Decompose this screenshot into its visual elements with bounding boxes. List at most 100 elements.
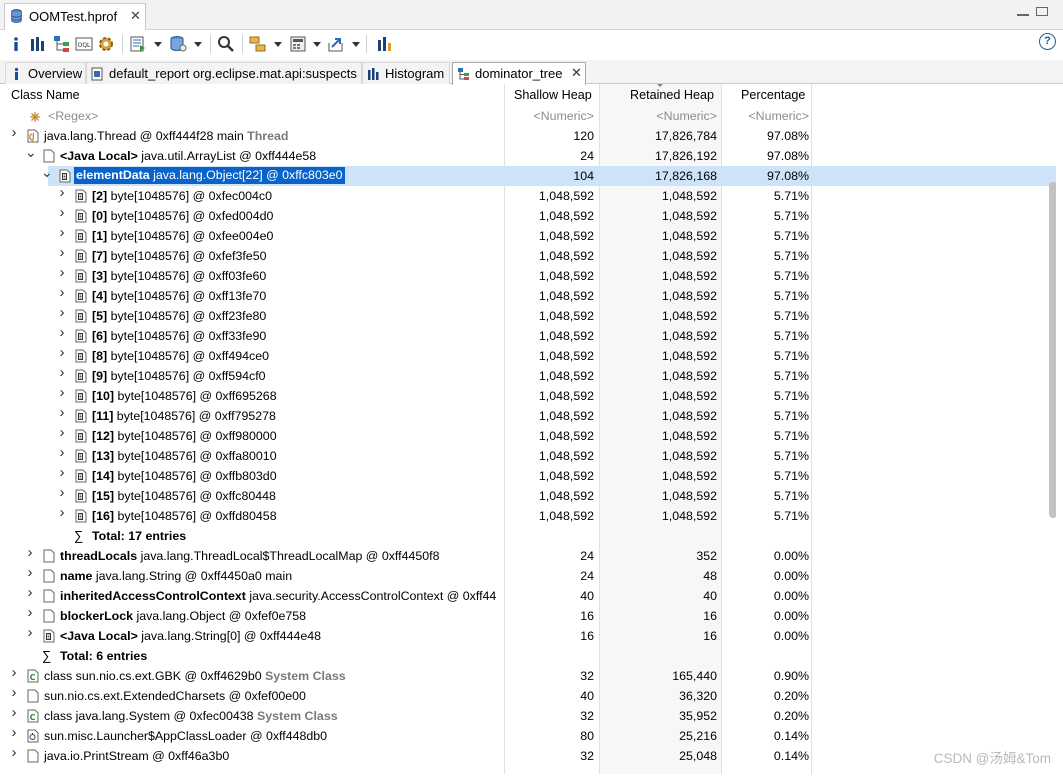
editor-tab-oomtest[interactable]: OOMTest.hprof ✕ xyxy=(4,3,146,30)
expand-icon[interactable]: › xyxy=(25,585,35,600)
expand-icon[interactable]: › xyxy=(57,305,67,320)
table-row[interactable]: › java.lang.Thread @ 0xff444f28 main Thre… xyxy=(4,125,1056,146)
chevron-down-icon[interactable] xyxy=(313,42,321,47)
expand-icon[interactable]: › xyxy=(57,325,67,340)
expand-icon[interactable]: › xyxy=(9,705,19,720)
chevron-down-icon[interactable] xyxy=(274,42,282,47)
search-icon[interactable] xyxy=(216,34,236,54)
expand-icon[interactable]: › xyxy=(57,245,67,260)
thread-overview-icon[interactable] xyxy=(96,34,116,54)
oql-icon[interactable]: OQL xyxy=(74,34,94,54)
expand-icon[interactable]: › xyxy=(25,565,35,580)
table-row[interactable]: › [3] byte[1048576] @ 0xff03fe60 1,048,592… xyxy=(4,265,1056,286)
total-row[interactable]: ∑ Total: 17 entries xyxy=(4,526,1056,546)
column-header-percentage[interactable]: Percentage xyxy=(741,88,805,102)
expand-icon[interactable]: › xyxy=(57,405,67,420)
expand-icon[interactable]: › xyxy=(57,185,67,200)
table-row[interactable]: ⌄ <Java Local> java.util.ArrayList @ 0xff… xyxy=(4,145,1056,166)
vertical-scrollbar[interactable] xyxy=(1049,182,1056,518)
expand-icon[interactable]: › xyxy=(57,345,67,360)
table-row[interactable]: › [6] byte[1048576] @ 0xff33fe90 1,048,592… xyxy=(4,325,1056,346)
table-row[interactable]: › Cclass sun.nio.cs.ext.GBK @ 0xff4629b0 … xyxy=(4,665,1056,686)
close-icon[interactable]: ✕ xyxy=(571,65,582,81)
expand-icon[interactable]: › xyxy=(57,205,67,220)
column-header-class-name[interactable]: Class Name xyxy=(11,88,80,102)
expand-icon[interactable]: › xyxy=(9,725,19,740)
retained-filter-input[interactable]: <Numeric> xyxy=(599,109,717,123)
table-row[interactable]: › [13] byte[1048576] @ 0xffa80010 1,048,59… xyxy=(4,445,1056,466)
table-row[interactable]: › [7] byte[1048576] @ 0xfef3fe50 1,048,592… xyxy=(4,245,1056,266)
expand-icon[interactable]: › xyxy=(57,385,67,400)
expand-icon[interactable]: › xyxy=(25,625,35,640)
table-row[interactable]: › [16] byte[1048576] @ 0xffd80458 1,048,59… xyxy=(4,505,1056,526)
chevron-down-icon[interactable] xyxy=(352,42,360,47)
table-row[interactable]: › [4] byte[1048576] @ 0xff13fe70 1,048,592… xyxy=(4,285,1056,306)
table-row[interactable]: › java.io.PrintStream @ 0xff46a3b0 32 25,04… xyxy=(4,745,1056,766)
table-row[interactable]: › [9] byte[1048576] @ 0xff594cf0 1,048,592… xyxy=(4,365,1056,386)
table-row[interactable]: › <Java Local> java.lang.String[0] @ 0xff… xyxy=(4,625,1056,646)
expand-icon[interactable]: › xyxy=(9,685,19,700)
table-row[interactable]: › [5] byte[1048576] @ 0xff23fe80 1,048,592… xyxy=(4,305,1056,326)
info-icon[interactable] xyxy=(6,34,26,54)
table-row[interactable]: › [1] byte[1048576] @ 0xfee004e0 1,048,592… xyxy=(4,225,1056,246)
column-header-shallow-heap[interactable]: Shallow Heap xyxy=(514,88,592,102)
table-row[interactable]: › [14] byte[1048576] @ 0xffb803d0 1,048,59… xyxy=(4,465,1056,486)
toolbar-separator xyxy=(122,35,123,53)
table-row[interactable]: › [12] byte[1048576] @ 0xff980000 1,048,59… xyxy=(4,425,1056,446)
maximize-icon[interactable] xyxy=(1036,7,1049,16)
tab-dominator-tree[interactable]: dominator_tree ✕ xyxy=(452,62,586,85)
shallow-filter-input[interactable]: <Numeric> xyxy=(504,109,594,123)
table-row[interactable]: › sun.misc.Launcher$AppClassLoader @ 0xff… xyxy=(4,725,1056,746)
histogram-icon[interactable] xyxy=(28,34,48,54)
query-browser-icon[interactable] xyxy=(168,34,188,54)
minimize-icon[interactable] xyxy=(1017,12,1029,16)
chevron-down-icon[interactable] xyxy=(194,42,202,47)
table-row[interactable]: › [11] byte[1048576] @ 0xff795278 1,048,59… xyxy=(4,405,1056,426)
tab-overview[interactable]: Overview xyxy=(5,62,86,84)
export-icon[interactable] xyxy=(326,34,346,54)
expand-icon[interactable]: › xyxy=(57,445,67,460)
table-row[interactable]: › [0] byte[1048576] @ 0xfed004d0 1,048,592… xyxy=(4,205,1056,226)
table-row[interactable]: › blockerLock java.lang.Object @ 0xfef0e7… xyxy=(4,605,1056,626)
expand-icon[interactable]: › xyxy=(57,265,67,280)
table-row[interactable]: › [2] byte[1048576] @ 0xfec004c0 1,048,592… xyxy=(4,185,1056,206)
column-header-retained-heap[interactable]: Retained Heap xyxy=(630,88,714,102)
collapse-icon[interactable]: ⌄ xyxy=(25,145,37,159)
regex-filter-input[interactable]: <Regex> xyxy=(48,109,98,123)
sort-desc-icon xyxy=(656,84,664,87)
percentage-filter-input[interactable]: <Numeric> xyxy=(721,109,809,123)
group-by-icon[interactable] xyxy=(248,34,268,54)
expand-icon[interactable]: › xyxy=(25,545,35,560)
expand-icon[interactable]: › xyxy=(9,745,19,760)
expand-icon[interactable]: › xyxy=(57,225,67,240)
tab-default-report[interactable]: default_report org.eclipse.mat.api:suspe… xyxy=(86,62,362,84)
expand-icon[interactable]: › xyxy=(57,485,67,500)
table-row[interactable]: › Cclass java.lang.System @ 0xfec00438 Sy… xyxy=(4,705,1056,726)
calculator-icon[interactable] xyxy=(288,34,308,54)
dominator-tree-icon[interactable] xyxy=(52,34,72,54)
expand-icon[interactable]: › xyxy=(57,285,67,300)
tab-histogram[interactable]: Histogram xyxy=(362,62,450,84)
table-row[interactable]: › [10] byte[1048576] @ 0xff695268 1,048,59… xyxy=(4,385,1056,406)
table-row[interactable]: › [15] byte[1048576] @ 0xffc80448 1,048,59… xyxy=(4,485,1056,506)
table-row[interactable]: › threadLocals java.lang.ThreadLocal$Thre… xyxy=(4,545,1056,566)
table-row[interactable]: › inheritedAccessControlContext java.secu… xyxy=(4,585,1056,606)
run-report-icon[interactable] xyxy=(128,34,148,54)
table-row[interactable]: › sun.nio.cs.ext.ExtendedCharsets @ 0xfef… xyxy=(4,685,1056,706)
table-row[interactable]: › [8] byte[1048576] @ 0xff494ce0 1,048,592… xyxy=(4,345,1056,366)
leak-suspects-icon[interactable] xyxy=(374,34,394,54)
total-row[interactable]: ∑ Total: 6 entries xyxy=(4,646,1056,666)
expand-icon[interactable]: › xyxy=(57,365,67,380)
expand-icon[interactable]: › xyxy=(57,425,67,440)
help-icon[interactable]: ? xyxy=(1039,33,1056,50)
table-row[interactable]: › name java.lang.String @ 0xff4450a0 main… xyxy=(4,565,1056,586)
expand-icon[interactable]: › xyxy=(9,665,19,680)
close-icon[interactable]: ✕ xyxy=(130,8,141,24)
expand-icon[interactable]: › xyxy=(9,125,19,140)
expand-icon[interactable]: › xyxy=(57,465,67,480)
collapse-icon[interactable]: ⌄ xyxy=(41,165,53,179)
expand-icon[interactable]: › xyxy=(57,505,67,520)
chevron-down-icon[interactable] xyxy=(154,42,162,47)
table-row[interactable]: ⌄ elementData java.lang.Object[22] @ 0xff… xyxy=(4,165,1056,186)
expand-icon[interactable]: › xyxy=(25,605,35,620)
